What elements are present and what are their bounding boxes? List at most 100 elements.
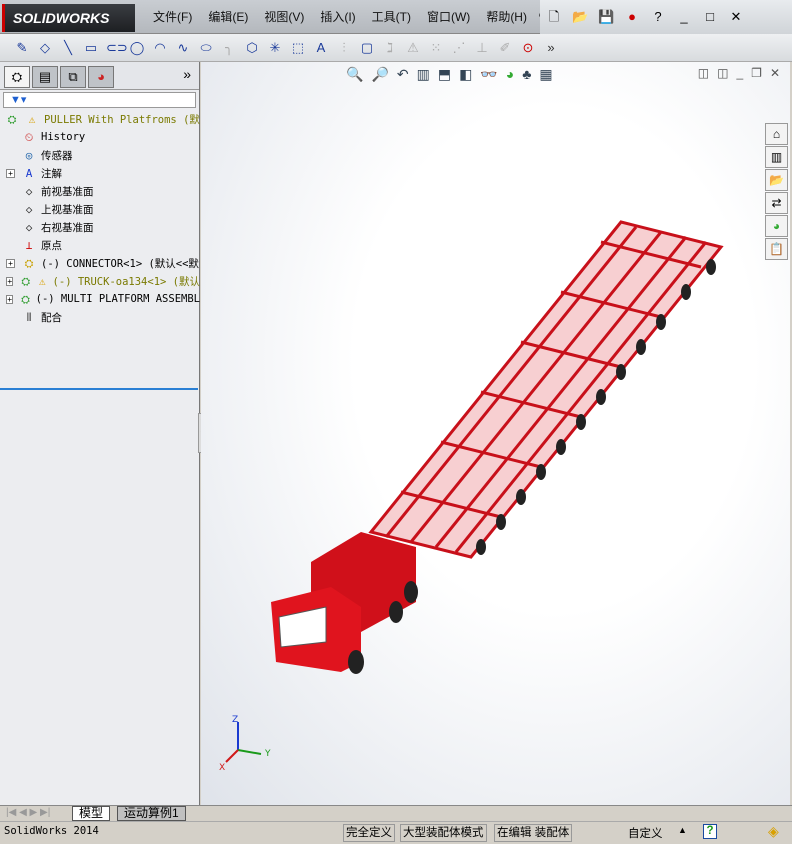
menu-help[interactable]: 帮助(H) <box>478 0 535 34</box>
units-arrow-icon[interactable]: ▲ <box>678 825 687 835</box>
close-icon[interactable]: ✕ <box>728 9 744 25</box>
save-icon[interactable]: 💾 <box>598 9 614 25</box>
sensor-icon: ◎ <box>25 148 33 162</box>
tab-scroll-arrows[interactable]: |◀ ◀ ▶ ▶| <box>6 807 50 818</box>
slot-icon[interactable]: ⊂⊃ <box>106 40 128 56</box>
help-icon[interactable]: ? <box>703 824 717 839</box>
annotation-icon: A <box>25 166 33 180</box>
tree-item[interactable]: ⊥ 原点 <box>0 236 200 254</box>
status-defined: 完全定义 <box>343 824 395 842</box>
assembly-icon: ⛭ <box>21 274 31 288</box>
convert-icon[interactable]: ▢ <box>359 40 375 56</box>
tree-item-label: (-) TRUCK-oa134<1> (默认 <box>52 275 200 288</box>
mirror-icon[interactable]: ⫶ <box>336 40 352 56</box>
status-units[interactable]: 自定义 <box>628 825 663 841</box>
design-library-icon[interactable]: ▥ <box>765 146 788 168</box>
new-document-icon[interactable]: 🗋 <box>546 9 562 25</box>
filter-bar[interactable]: ▼▾ <box>3 92 196 108</box>
tree-item[interactable]: ⫴ 配合 <box>0 308 200 326</box>
menu-file[interactable]: 文件(F) <box>145 0 200 34</box>
expand-icon[interactable]: + <box>6 276 14 286</box>
menu-tools[interactable]: 工具(T) <box>364 0 419 34</box>
file-explorer-icon[interactable]: 📂 <box>765 169 788 191</box>
graphics-area[interactable]: 🔍 🔎 ↶ ▥ ⬒ ◧ 👓 ◕ ♣ ▦ ◫ ◫ _ ❐ ✕ Z Y X <box>201 62 790 805</box>
tab-motion-study[interactable]: 运动算例1 <box>117 806 186 821</box>
expand-icon[interactable]: + <box>6 168 15 178</box>
line-icon[interactable]: ╲ <box>60 40 76 56</box>
status-app: SolidWorks 2014 <box>4 825 99 837</box>
plane-icon: ◇ <box>25 220 33 234</box>
tree-item[interactable]: ⛭ ⚠ PULLER With Platfroms (默 <box>0 110 200 128</box>
tree-item[interactable]: + A 注解 <box>0 164 200 182</box>
tree-item-label: 配合 <box>41 311 62 324</box>
assembly-icon: ⛭ <box>21 292 30 306</box>
tree-item-label: 上视基准面 <box>41 203 94 216</box>
trim-icon[interactable]: ⚠ <box>405 40 421 56</box>
polygon-icon[interactable]: ⬡ <box>244 40 260 56</box>
menu-insert[interactable]: 插入(I) <box>312 0 363 34</box>
tree-item-label: 右视基准面 <box>41 221 94 234</box>
menu-view[interactable]: 视图(V) <box>256 0 312 34</box>
help-icon[interactable]: ? <box>650 9 666 25</box>
tree-item-label: (-) MULTI PLATFORM ASSEMBL <box>35 293 200 305</box>
open-icon[interactable]: 📂 <box>572 9 588 25</box>
point-icon[interactable]: ✳ <box>267 40 283 56</box>
spline-icon[interactable]: ∿ <box>175 40 191 56</box>
arc-icon[interactable]: ◠ <box>152 40 168 56</box>
expand-icon[interactable]: + <box>6 258 15 268</box>
text-icon[interactable]: A <box>313 40 329 56</box>
sketch-icon[interactable]: ✎ <box>14 40 30 56</box>
move-icon[interactable]: ⋰ <box>451 40 467 56</box>
plane-icon: ◇ <box>25 184 33 198</box>
centerline-icon[interactable]: ⬚ <box>290 40 306 56</box>
appearances-icon[interactable]: ◕ <box>765 215 788 237</box>
home-icon[interactable]: ⌂ <box>765 123 788 145</box>
tree-item-label: 传感器 <box>41 149 73 162</box>
circle-icon[interactable]: ◯ <box>129 40 145 56</box>
repair-icon[interactable]: ✐ <box>497 40 513 56</box>
axis-z-label: Z <box>232 715 238 725</box>
menu-edit[interactable]: 编辑(E) <box>200 0 256 34</box>
tree-item[interactable]: + ⛭ (-) CONNECTOR<1> (默认<<默 <box>0 254 200 272</box>
view-palette-icon[interactable]: ⇄ <box>765 192 788 214</box>
tree-item[interactable]: ⏲ History <box>0 128 200 146</box>
expand-panel-icon[interactable]: » <box>183 66 191 89</box>
rebuild-icon[interactable]: ● <box>624 9 640 25</box>
panel-splitter[interactable] <box>0 388 198 390</box>
panel-tabs: ⛭ ▤ ⧉ ◕ » <box>0 62 199 90</box>
tree-item[interactable]: ◇ 前视基准面 <box>0 182 200 200</box>
tag-icon[interactable]: ◈ <box>768 823 779 840</box>
smart-dimension-icon[interactable]: ◇ <box>37 40 53 56</box>
menu-window[interactable]: 窗口(W) <box>419 0 478 34</box>
configuration-manager-tab[interactable]: ⧉ <box>60 66 86 88</box>
custom-properties-icon[interactable]: 📋 <box>765 238 788 260</box>
warning-icon: ⚠ <box>38 274 46 288</box>
minimize-icon[interactable]: _ <box>676 9 692 25</box>
expand-icon[interactable]: + <box>6 294 14 304</box>
filter-icon[interactable]: ▼▾ <box>10 94 26 106</box>
display-manager-tab[interactable]: ◕ <box>88 66 114 88</box>
tree-item[interactable]: + ⛭ (-) MULTI PLATFORM ASSEMBL <box>0 290 200 308</box>
tab-model[interactable]: 模型 <box>72 806 111 821</box>
maximize-icon[interactable]: □ <box>702 9 718 25</box>
tree-item[interactable]: + ⛭ ⚠ (-) TRUCK-oa134<1> (默认 <box>0 272 200 290</box>
tree-item-label: 原点 <box>41 239 62 252</box>
feature-manager-tab[interactable]: ⛭ <box>4 66 30 88</box>
tree-item[interactable]: ◎ 传感器 <box>0 146 200 164</box>
part-icon: ⛭ <box>24 256 34 270</box>
fillet-icon[interactable]: ╮ <box>221 40 237 56</box>
tree-item[interactable]: ◇ 上视基准面 <box>0 200 200 218</box>
offset-icon[interactable]: ℷ <box>382 40 398 56</box>
property-manager-tab[interactable]: ▤ <box>32 66 58 88</box>
relations-icon[interactable]: ⊥ <box>474 40 490 56</box>
sketch-toolbar: ✎ ◇ ╲ ▭ ⊂⊃ ◯ ◠ ∿ ⬭ ╮ ⬡ ✳ ⬚ A ⫶ ▢ ℷ ⚠ ⁙ ⋰… <box>0 34 792 62</box>
pattern-icon[interactable]: ⁙ <box>428 40 444 56</box>
bottom-tabs: |◀ ◀ ▶ ▶| 模型 运动算例1 <box>0 805 792 821</box>
rectangle-icon[interactable]: ▭ <box>83 40 99 56</box>
quick-snaps-icon[interactable]: ⊙ <box>520 40 536 56</box>
tree-item[interactable]: ◇ 右视基准面 <box>0 218 200 236</box>
ellipse-icon[interactable]: ⬭ <box>198 40 214 56</box>
more-icon[interactable]: » <box>543 40 559 56</box>
tree-item-label: PULLER With Platfroms (默 <box>44 113 200 126</box>
feature-tree: ⛭ ⚠ PULLER With Platfroms (默 ⏲ History ◎ 传感器 + A… <box>0 110 200 326</box>
